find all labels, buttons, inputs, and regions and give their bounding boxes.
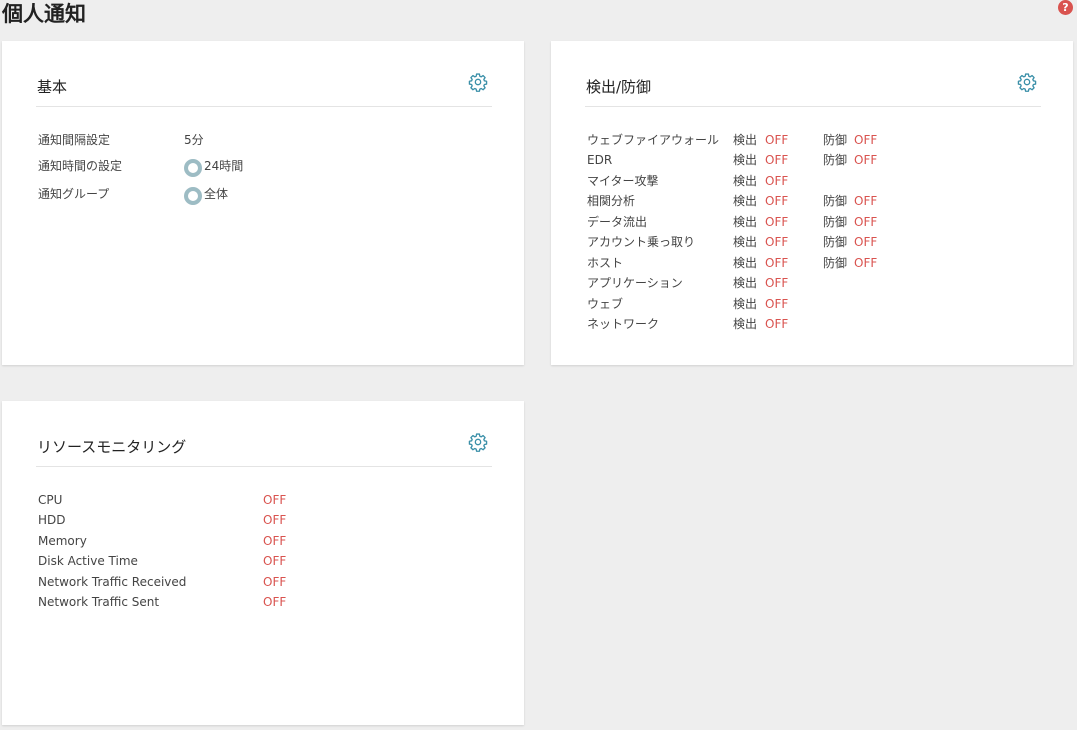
detect-label: 検出 (733, 276, 758, 290)
basic-card-title: 基本 (37, 78, 68, 96)
basic-card-header: 基本 (36, 69, 492, 107)
help-icon[interactable]: ? (1058, 0, 1073, 15)
detect-row-label: マイター攻撃 (587, 174, 659, 188)
basic-group-label: 通知グループ (38, 187, 110, 201)
detect-card: 検出/防御 ウェブファイアウォール 検出 OFF 防御 OFF EDR 検出 O… (551, 41, 1073, 365)
page-title: 個人通知 (2, 2, 86, 26)
detect-status: OFF (765, 235, 789, 249)
defend-label: 防御 (823, 256, 848, 270)
defend-status: OFF (854, 235, 878, 249)
detect-row-label: ウェブ (587, 297, 624, 311)
resource-status: OFF (263, 493, 287, 507)
defend-status: OFF (854, 133, 878, 147)
defend-label: 防御 (823, 235, 848, 249)
detect-row-label: EDR (587, 153, 613, 167)
detect-status: OFF (765, 276, 789, 290)
basic-card: 基本 通知間隔設定 5分 通知時間の設定 24時間 通知グループ 全体 (2, 41, 524, 365)
defend-status: OFF (854, 194, 878, 208)
resource-row-label: Network Traffic Received (38, 575, 187, 589)
basic-time-label: 通知時間の設定 (38, 159, 123, 173)
resource-row-label: HDD (38, 513, 66, 527)
detect-label: 検出 (733, 174, 758, 188)
detect-status: OFF (765, 153, 789, 167)
detect-status: OFF (765, 194, 789, 208)
basic-time-radio[interactable] (184, 159, 202, 177)
detect-label: 検出 (733, 153, 758, 167)
basic-interval-value: 5分 (184, 133, 204, 147)
detect-status: OFF (765, 256, 789, 270)
detect-label: 検出 (733, 235, 758, 249)
resource-card-title: リソースモニタリング (37, 438, 187, 456)
detect-row-label: データ流出 (587, 215, 648, 229)
detect-row-label: ネットワーク (587, 317, 660, 331)
resource-row-label: Memory (38, 534, 87, 548)
detect-status: OFF (765, 297, 789, 311)
detect-label: 検出 (733, 194, 758, 208)
resource-status: OFF (263, 554, 287, 568)
detect-card-header: 検出/防御 (585, 69, 1041, 107)
detect-status: OFF (765, 317, 789, 331)
detect-row-label: アプリケーション (587, 276, 683, 290)
detect-label: 検出 (733, 215, 758, 229)
resource-row-label: Disk Active Time (38, 554, 138, 568)
detect-status: OFF (765, 215, 789, 229)
resource-status: OFF (263, 513, 287, 527)
detect-row-label: アカウント乗っ取り (587, 235, 696, 249)
resource-row-label: CPU (38, 493, 63, 507)
gear-icon[interactable] (468, 432, 488, 452)
detect-row-label: ホスト (587, 256, 624, 270)
detect-row-label: ウェブファイアウォール (587, 133, 720, 147)
defend-label: 防御 (823, 194, 848, 208)
gear-icon[interactable] (468, 72, 488, 92)
defend-status: OFF (854, 256, 878, 270)
resource-card: リソースモニタリング CPU OFF HDD OFF Memory OFF Di… (2, 401, 524, 725)
detect-label: 検出 (733, 256, 758, 270)
defend-label: 防御 (823, 153, 848, 167)
detect-status: OFF (765, 133, 789, 147)
defend-label: 防御 (823, 215, 848, 229)
basic-time-value: 24時間 (204, 159, 244, 173)
resource-status: OFF (263, 595, 287, 609)
resource-row-label: Network Traffic Sent (38, 595, 160, 609)
detect-label: 検出 (733, 317, 758, 331)
detect-card-title: 検出/防御 (586, 78, 652, 96)
basic-interval-label: 通知間隔設定 (38, 133, 111, 147)
defend-status: OFF (854, 215, 878, 229)
defend-label: 防御 (823, 133, 848, 147)
resource-status: OFF (263, 534, 287, 548)
basic-group-radio[interactable] (184, 187, 202, 205)
gear-icon[interactable] (1017, 72, 1037, 92)
defend-status: OFF (854, 153, 878, 167)
detect-row-label: 相関分析 (587, 194, 636, 208)
basic-group-value: 全体 (204, 187, 229, 201)
detect-status: OFF (765, 174, 789, 188)
detect-label: 検出 (733, 297, 758, 311)
resource-card-header: リソースモニタリング (36, 429, 492, 467)
resource-status: OFF (263, 575, 287, 589)
detect-label: 検出 (733, 133, 758, 147)
